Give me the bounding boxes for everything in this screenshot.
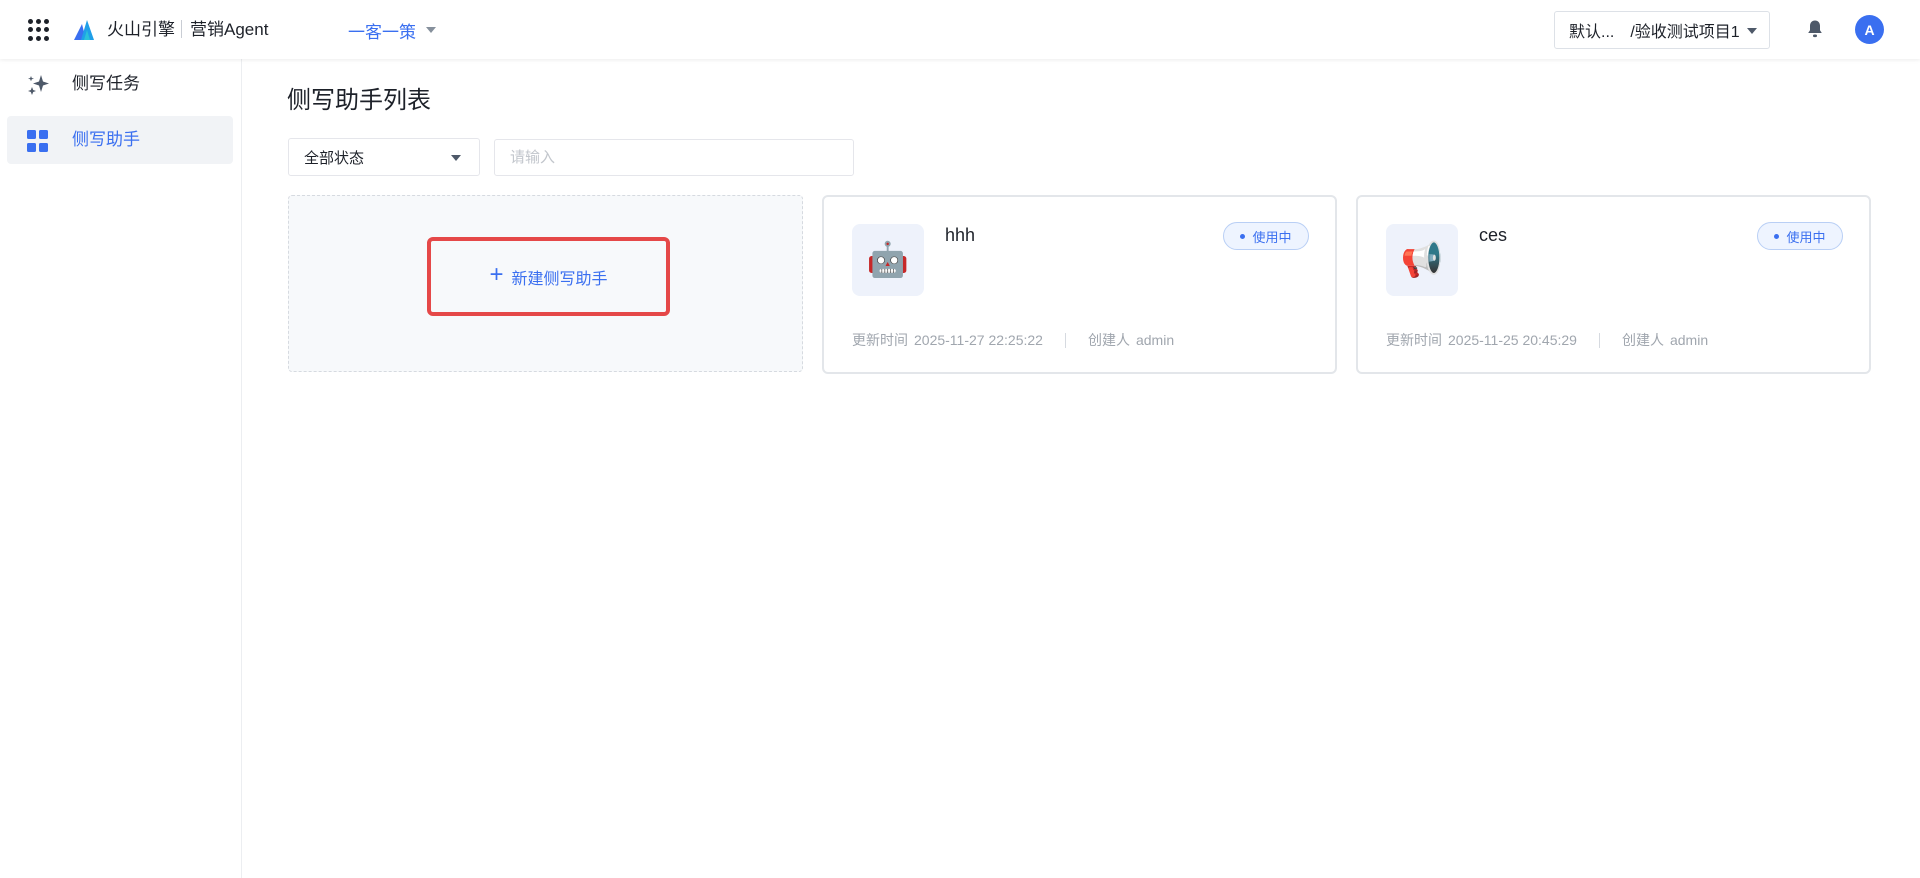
megaphone-icon: 📢 xyxy=(1386,224,1458,296)
top-bar: 火山引擎 营销Agent 一客一策 默认... /验收测试项目1 A xyxy=(0,0,1920,59)
chevron-down-icon xyxy=(451,155,461,161)
brand-divider xyxy=(181,20,182,38)
nav-switch-label: 一客一策 xyxy=(348,22,416,42)
sidebar: 侧写任务 侧写助手 xyxy=(0,59,242,878)
updated-label: 更新时间 xyxy=(1386,332,1442,348)
creator-label: 创建人 xyxy=(1621,332,1664,348)
avatar[interactable]: A xyxy=(1855,15,1884,44)
status-badge: 使用中 xyxy=(1757,222,1843,250)
project-selector[interactable]: 默认... /验收测试项目1 xyxy=(1554,11,1770,49)
project-name: /验收测试项目1 xyxy=(1630,24,1740,41)
status-badge-label: 使用中 xyxy=(1786,229,1826,245)
sidebar-item-label: 侧写助手 xyxy=(72,130,140,149)
plus-icon: + xyxy=(489,261,504,288)
search-input[interactable] xyxy=(494,139,854,176)
bell-icon[interactable] xyxy=(1806,19,1824,39)
grid-icon xyxy=(27,130,49,152)
creator-label: 创建人 xyxy=(1087,332,1130,348)
sparkle-icon xyxy=(28,75,49,95)
robot-icon: 🤖 xyxy=(852,224,924,296)
creator-name: admin xyxy=(1135,332,1175,348)
project-prefix: 默认... xyxy=(1569,24,1615,41)
updated-label: 更新时间 xyxy=(852,332,908,348)
status-badge-label: 使用中 xyxy=(1252,229,1292,245)
card-meta: 更新时间 2025-11-27 22:25:22 创建人 admin xyxy=(852,330,1174,350)
updated-time: 2025-11-25 20:45:29 xyxy=(1448,332,1577,348)
page-title: 侧写助手列表 xyxy=(287,87,431,114)
status-badge: 使用中 xyxy=(1223,222,1309,250)
brand-name: 火山引擎 xyxy=(107,20,175,39)
sidebar-item-label: 侧写任务 xyxy=(72,74,140,93)
sidebar-item-profile-assistant[interactable]: 侧写助手 xyxy=(7,116,233,164)
assistant-card[interactable]: 📢 ces 使用中 更新时间 2025-11-25 20:45:29 创建人 a… xyxy=(1356,195,1871,374)
chevron-down-icon xyxy=(1747,28,1757,34)
assistant-name: hhh xyxy=(945,225,976,245)
status-filter-select[interactable]: 全部状态 xyxy=(288,138,480,176)
chevron-down-icon xyxy=(426,27,436,33)
volcengine-logo xyxy=(74,20,94,40)
card-meta: 更新时间 2025-11-25 20:45:29 创建人 admin xyxy=(1386,330,1708,350)
new-assistant-label: 新建侧写助手 xyxy=(511,270,608,288)
status-filter-value: 全部状态 xyxy=(304,149,365,167)
product-name: 营销Agent xyxy=(190,20,269,39)
assistant-name: ces xyxy=(1479,225,1508,245)
apps-grid-icon[interactable] xyxy=(28,19,50,41)
sidebar-item-profile-task[interactable]: 侧写任务 xyxy=(7,60,233,108)
assistant-card[interactable]: 🤖 hhh 使用中 更新时间 2025-11-27 22:25:22 创建人 a… xyxy=(822,195,1337,374)
nav-switch-dropdown[interactable]: 一客一策 xyxy=(348,17,436,43)
creator-name: admin xyxy=(1669,332,1709,348)
updated-time: 2025-11-27 22:25:22 xyxy=(914,332,1043,348)
new-assistant-button[interactable]: + 新建侧写助手 xyxy=(427,237,670,316)
